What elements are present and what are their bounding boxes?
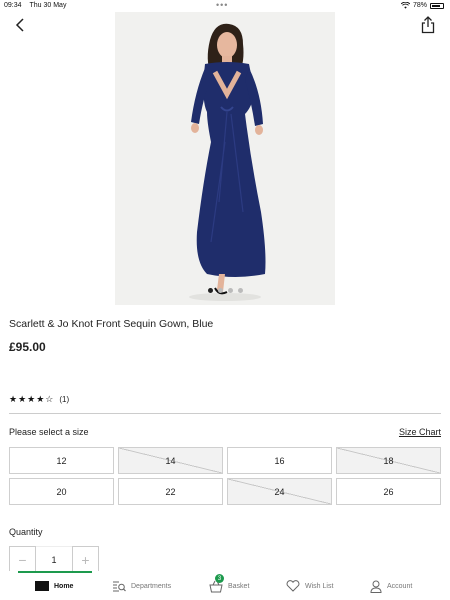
status-right: 78%: [400, 2, 444, 9]
carousel-dot[interactable]: [207, 288, 213, 293]
size-option-label: 20: [56, 486, 67, 497]
departments-search-icon: [113, 581, 126, 591]
product-title: Scarlett & Jo Knot Front Sequin Gown, Bl…: [9, 318, 214, 330]
quantity-increase-button[interactable]: +: [72, 546, 99, 573]
tab-basket[interactable]: 3 Basket: [209, 574, 250, 595]
size-option-label: 22: [165, 486, 176, 497]
status-time: 09:34: [4, 2, 22, 9]
basket-icon-wrapper: 3: [209, 574, 224, 593]
rating-count: (1): [59, 395, 70, 404]
battery-icon: [430, 2, 444, 9]
rating-stars-icon: ★★★★☆: [9, 394, 55, 404]
active-tab-indicator: [18, 571, 92, 573]
dress-model-image: [115, 12, 335, 305]
status-date: Thu 30 May: [29, 2, 67, 9]
home-icon: [35, 581, 49, 591]
size-option-26[interactable]: 26: [336, 478, 441, 505]
tab-label: Account: [387, 582, 413, 590]
tab-label: Basket: [228, 582, 250, 590]
product-rating[interactable]: ★★★★☆ (1): [9, 394, 69, 405]
size-option-label: 26: [383, 486, 394, 497]
divider: [9, 413, 441, 414]
size-option-label: 12: [56, 455, 67, 466]
chevron-left-icon: [15, 18, 24, 32]
battery-percent: 78%: [412, 2, 427, 9]
tab-label: Wish List: [305, 582, 334, 590]
size-option-16[interactable]: 16: [227, 447, 332, 474]
size-option-label: 18: [383, 455, 394, 466]
size-option-22[interactable]: 22: [118, 478, 223, 505]
size-option-label: 16: [274, 455, 285, 466]
carousel-dot[interactable]: [227, 288, 233, 293]
size-option-24[interactable]: 24: [227, 478, 332, 505]
product-price: £95.00: [9, 340, 46, 354]
multitask-dots-icon[interactable]: •••: [216, 0, 228, 10]
carousel-dot[interactable]: [237, 288, 243, 293]
heart-icon: [286, 580, 300, 592]
tab-wishlist[interactable]: Wish List: [286, 577, 333, 595]
wifi-icon: [400, 2, 410, 9]
size-grid: 12 14 16 18 20 22 24 26: [9, 447, 441, 505]
share-button[interactable]: [420, 16, 436, 34]
tab-home[interactable]: Home: [35, 577, 73, 595]
product-image[interactable]: [115, 12, 335, 305]
size-option-12[interactable]: 12: [9, 447, 114, 474]
size-option-14[interactable]: 14: [118, 447, 223, 474]
quantity-value[interactable]: 1: [36, 546, 72, 573]
quantity-decrease-button[interactable]: −: [9, 546, 36, 573]
share-icon: [421, 16, 435, 34]
basket-count-badge: 3: [215, 574, 224, 583]
account-icon: [370, 580, 382, 593]
image-carousel-dots[interactable]: [0, 288, 450, 293]
size-option-label: 14: [165, 455, 176, 466]
tab-label: Departments: [131, 582, 172, 590]
size-option-label: 24: [274, 486, 285, 497]
carousel-dot[interactable]: [217, 288, 223, 293]
tab-departments[interactable]: Departments: [112, 577, 171, 595]
bottom-tab-bar: Home Departments 3 Basket Wish List Acco…: [0, 571, 450, 600]
tab-account[interactable]: Account: [370, 577, 412, 595]
size-option-18[interactable]: 18: [336, 447, 441, 474]
back-button[interactable]: [12, 16, 30, 34]
size-option-20[interactable]: 20: [9, 478, 114, 505]
size-label: Please select a size: [9, 427, 89, 437]
tab-label: Home: [54, 582, 74, 590]
size-chart-link[interactable]: Size Chart: [399, 427, 441, 437]
quantity-label: Quantity: [9, 527, 43, 537]
status-bar: 09:34 Thu 30 May ••• 78%: [0, 0, 450, 12]
status-left: 09:34 Thu 30 May: [4, 2, 66, 9]
quantity-stepper: − 1 +: [9, 546, 99, 573]
